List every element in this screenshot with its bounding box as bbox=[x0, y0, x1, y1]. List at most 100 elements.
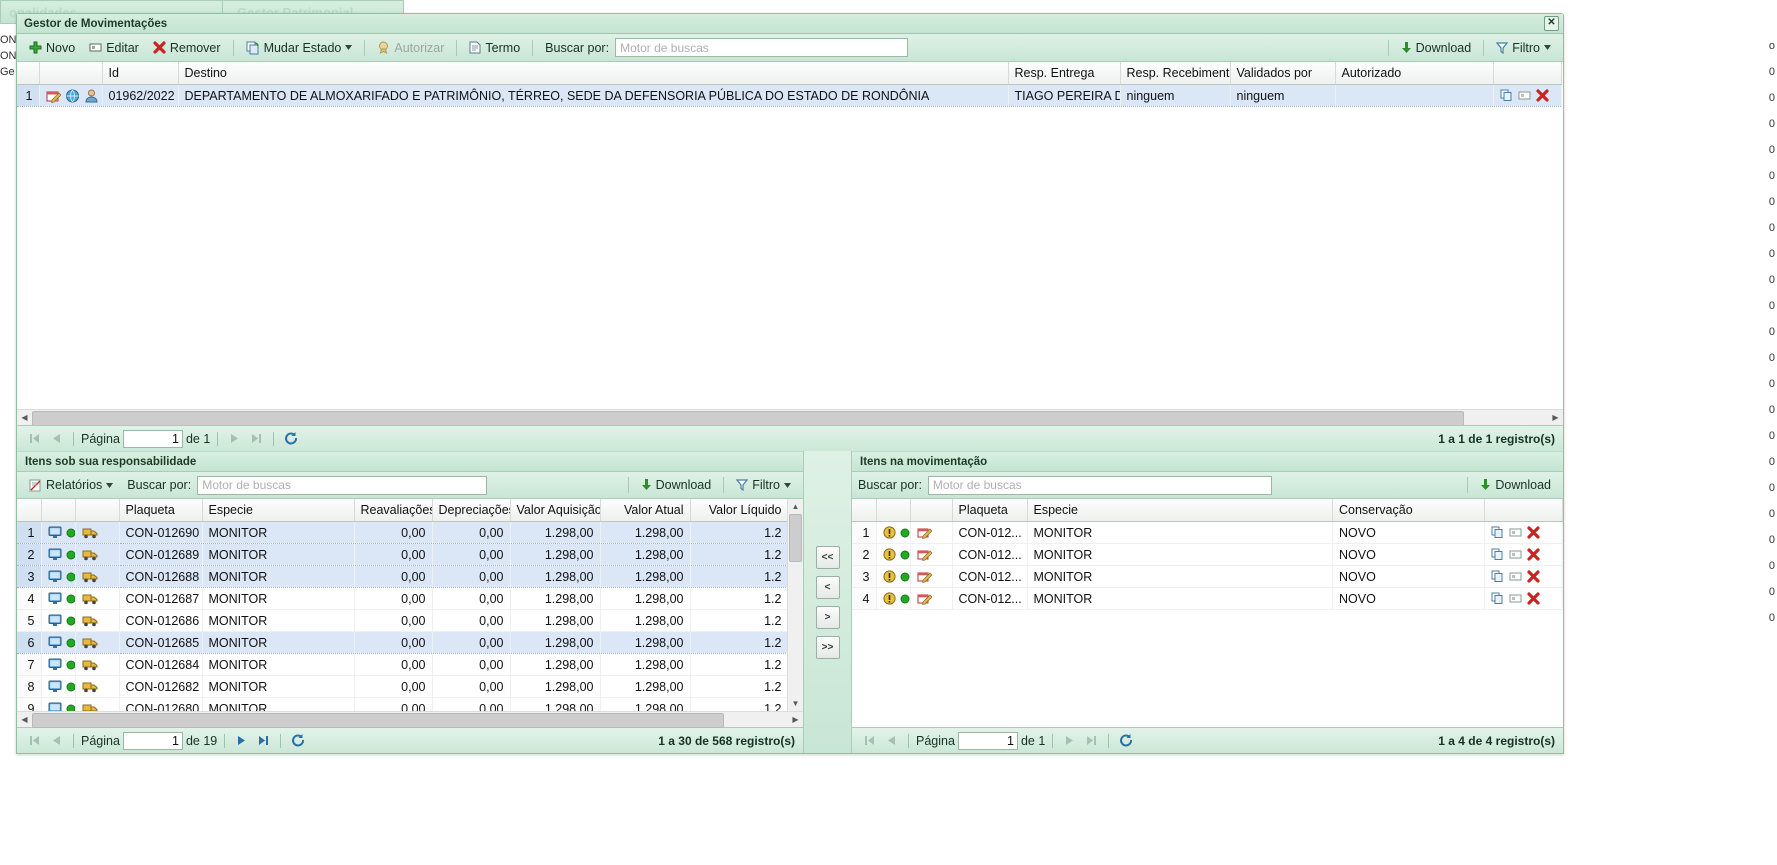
first-page-icon[interactable] bbox=[25, 429, 44, 448]
person-icon[interactable] bbox=[84, 89, 99, 103]
left-col-moviment[interactable] bbox=[75, 499, 120, 522]
scroll-left-icon[interactable]: ◀ bbox=[17, 712, 32, 727]
last-page-icon[interactable] bbox=[1082, 731, 1101, 750]
left-grid-vscrollbar[interactable]: ▲ ▼ bbox=[787, 499, 803, 711]
left-col-especie[interactable]: Especie bbox=[202, 499, 355, 522]
right-download-button[interactable]: Download bbox=[1474, 475, 1557, 495]
truck-icon[interactable] bbox=[82, 702, 98, 711]
left-col-plaqueta[interactable]: Plaqueta bbox=[119, 499, 203, 522]
edit-icon[interactable] bbox=[1509, 570, 1522, 583]
next-page-icon[interactable] bbox=[232, 731, 251, 750]
col-icons[interactable] bbox=[39, 62, 103, 85]
left-col-valor-liquido[interactable]: Valor Líquido bbox=[690, 499, 787, 522]
left-hscroll-thumb[interactable] bbox=[32, 713, 724, 728]
left-col-reavaliacoes[interactable]: Reavaliações bbox=[354, 499, 433, 522]
copy-icon[interactable] bbox=[1491, 570, 1504, 583]
truck-icon[interactable] bbox=[82, 636, 98, 649]
scroll-down-icon[interactable]: ▼ bbox=[788, 696, 803, 711]
scroll-left-icon[interactable]: ◀ bbox=[17, 410, 32, 425]
left-vscroll-thumb[interactable] bbox=[789, 514, 802, 562]
table-row[interactable]: 8 CON-012682 MONITOR 0,00 0,00 1.298,00 1.298,… bbox=[17, 675, 787, 698]
scroll-up-icon[interactable]: ▲ bbox=[788, 499, 803, 514]
truck-icon[interactable] bbox=[82, 570, 98, 583]
move-one-right-button[interactable]: > bbox=[815, 605, 840, 629]
refresh-icon[interactable] bbox=[288, 731, 307, 750]
left-col-valor-aquisicao[interactable]: Valor Aquisição bbox=[510, 499, 601, 522]
termo-button[interactable]: Termo bbox=[463, 38, 526, 58]
left-grid-hscrollbar[interactable]: ◀ ▶ bbox=[17, 711, 803, 728]
table-row[interactable]: 2 CON-012... MONITOR NOVO bbox=[852, 543, 1563, 566]
right-page-input[interactable] bbox=[957, 731, 1018, 750]
mudar-estado-button[interactable]: Mudar Estado bbox=[240, 38, 359, 58]
prev-page-icon[interactable] bbox=[47, 731, 66, 750]
col-destino[interactable]: Destino bbox=[178, 62, 1009, 85]
globe-icon[interactable] bbox=[65, 89, 80, 103]
col-autorizado[interactable]: Autorizado bbox=[1335, 62, 1494, 85]
copy-icon[interactable] bbox=[1500, 89, 1513, 102]
left-col-rownum[interactable] bbox=[17, 499, 42, 522]
calendar-edit-icon[interactable] bbox=[46, 89, 61, 103]
left-search-input[interactable] bbox=[197, 475, 488, 495]
edit-icon[interactable] bbox=[1509, 592, 1522, 605]
delete-icon[interactable] bbox=[1527, 526, 1540, 539]
left-download-button[interactable]: Download bbox=[635, 475, 718, 495]
left-vscroll-track[interactable] bbox=[788, 514, 803, 696]
copy-icon[interactable] bbox=[1491, 526, 1504, 539]
table-row[interactable]: 3 CON-012... MONITOR NOVO bbox=[852, 565, 1563, 588]
truck-icon[interactable] bbox=[82, 680, 98, 693]
edit-icon[interactable] bbox=[1509, 526, 1522, 539]
hscroll-thumb[interactable] bbox=[32, 411, 1464, 425]
download-button[interactable]: Download bbox=[1395, 38, 1478, 58]
col-resp-recebimento[interactable]: Resp. Recebimento bbox=[1120, 62, 1231, 85]
filtro-button[interactable]: Filtro bbox=[1490, 38, 1557, 58]
right-search-input[interactable] bbox=[927, 475, 1272, 495]
first-page-icon[interactable] bbox=[25, 731, 44, 750]
scroll-right-icon[interactable]: ▶ bbox=[1548, 410, 1563, 425]
col-resp-entrega[interactable]: Resp. Entrega bbox=[1008, 62, 1121, 85]
left-filtro-button[interactable]: Filtro bbox=[730, 475, 797, 495]
truck-icon[interactable] bbox=[82, 614, 98, 627]
delete-icon[interactable] bbox=[1527, 548, 1540, 561]
calendar-edit-icon[interactable] bbox=[917, 570, 932, 583]
right-col-flag[interactable] bbox=[910, 499, 953, 522]
col-validados-por[interactable]: Validados por bbox=[1230, 62, 1336, 85]
edit-icon[interactable] bbox=[1518, 89, 1531, 102]
calendar-edit-icon[interactable] bbox=[917, 526, 932, 539]
page-input[interactable] bbox=[122, 429, 183, 448]
move-all-left-button[interactable]: << bbox=[815, 545, 840, 569]
table-row[interactable]: 9 CON-012680 MONITOR 0,00 0,00 1.298,00 1.298,… bbox=[17, 697, 787, 711]
prev-page-icon[interactable] bbox=[47, 429, 66, 448]
main-grid-hscrollbar[interactable]: ◀ ▶ bbox=[17, 409, 1563, 425]
left-items-table[interactable]: Plaqueta Especie Reavaliações Depreciaçõ… bbox=[17, 499, 787, 711]
table-row[interactable]: 5 CON-012686 MONITOR 0,00 0,00 1.298,00 1.298,… bbox=[17, 609, 787, 632]
copy-icon[interactable] bbox=[1491, 592, 1504, 605]
next-page-icon[interactable] bbox=[225, 429, 244, 448]
truck-icon[interactable] bbox=[82, 526, 98, 539]
table-row[interactable]: 6 CON-012685 MONITOR 0,00 0,00 1.298,00 1.298,… bbox=[17, 631, 787, 654]
table-row[interactable]: 1 CON-012690 MONITOR 0,00 0,00 1.298,00 1.298,… bbox=[17, 521, 787, 544]
copy-icon[interactable] bbox=[1491, 548, 1504, 561]
delete-icon[interactable] bbox=[1535, 89, 1549, 102]
last-page-icon[interactable] bbox=[254, 731, 273, 750]
prev-page-icon[interactable] bbox=[882, 731, 901, 750]
hscroll-track[interactable] bbox=[32, 410, 1548, 425]
left-col-depreciacoes[interactable]: Depreciações bbox=[432, 499, 511, 522]
edit-icon[interactable] bbox=[1509, 548, 1522, 561]
remover-button[interactable]: Remover bbox=[147, 38, 227, 58]
refresh-icon[interactable] bbox=[281, 429, 300, 448]
novo-button[interactable]: Novo bbox=[23, 38, 81, 58]
right-col-rownum[interactable] bbox=[852, 499, 877, 522]
table-row[interactable]: 4 CON-012... MONITOR NOVO bbox=[852, 587, 1563, 610]
delete-icon[interactable] bbox=[1527, 570, 1540, 583]
table-row[interactable]: 2 CON-012689 MONITOR 0,00 0,00 1.298,00 1.298,… bbox=[17, 543, 787, 566]
col-id[interactable]: Id bbox=[102, 62, 179, 85]
autorizar-button[interactable]: Autorizar bbox=[371, 38, 450, 58]
left-hscroll-track[interactable] bbox=[32, 712, 788, 728]
right-items-table[interactable]: Plaqueta Especie Conservação 1 CON-012...… bbox=[852, 499, 1563, 610]
table-row[interactable]: 1 CON-012... MONITOR NOVO bbox=[852, 521, 1563, 544]
close-icon[interactable]: ✕ bbox=[1544, 16, 1559, 31]
right-col-plaqueta[interactable]: Plaqueta bbox=[952, 499, 1028, 522]
calendar-edit-icon[interactable] bbox=[917, 548, 932, 561]
table-row[interactable]: 1 01962/2022 DEPARTAMENTO DE ALMOXARIFAD… bbox=[17, 84, 1562, 107]
table-row[interactable]: 4 CON-012687 MONITOR 0,00 0,00 1.298,00 1.298,… bbox=[17, 587, 787, 610]
